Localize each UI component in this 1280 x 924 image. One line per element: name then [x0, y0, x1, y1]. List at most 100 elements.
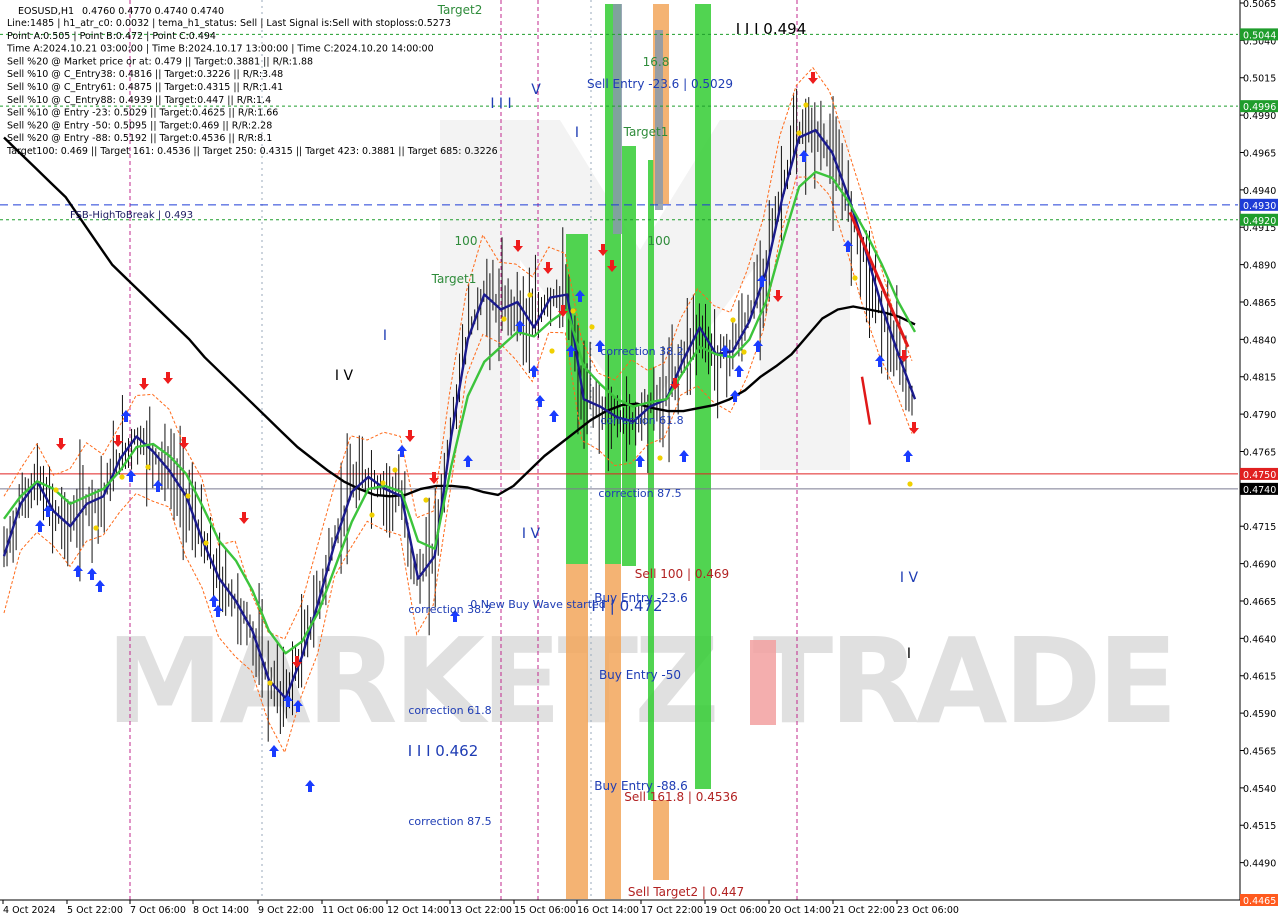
chart-annotation: 0 New Buy Wave started [470, 598, 606, 611]
chart-annotation: Buy Entry -50 [599, 668, 681, 682]
info-line: Sell %10 @ C_Entry38: 0.4816 || Target:0… [7, 69, 283, 80]
signal-marker [803, 102, 809, 108]
x-tick-label: 15 Oct 06:00 [514, 905, 576, 916]
signal-marker [570, 308, 576, 314]
chart-annotation: Sell Entry -23.6 | 0.5029 [587, 77, 733, 91]
x-tick-label: 11 Oct 06:00 [322, 905, 384, 916]
info-line: Target100: 0.469 || Target 161: 0.4536 |… [6, 146, 498, 157]
signal-zone [750, 640, 776, 725]
price-chart: MARKETZ TRADE FSB-HighToBreak | 0.493 Tar… [0, 0, 1280, 920]
chart-annotation: Sell Target2 | 0.447 [628, 885, 744, 899]
y-tick-label: 0.4765 [1243, 447, 1276, 458]
chart-annotation: correction 61.8 [408, 704, 491, 717]
signal-marker [501, 316, 507, 322]
signal-marker [185, 493, 191, 499]
x-tick-label: 12 Oct 14:00 [387, 905, 449, 916]
chart-annotation: correction 61.8 [600, 414, 683, 427]
info-line: Time A:2024.10.21 03:00:00 | Time B:2024… [6, 44, 434, 55]
signal-marker [119, 474, 125, 480]
y-tick-label: 0.4590 [1243, 709, 1276, 720]
signal-marker [796, 130, 802, 136]
y-tick-label: 0.4865 [1243, 298, 1276, 309]
chart-annotation: correction 38.2 [600, 345, 683, 358]
chart-annotation: 100 [648, 234, 671, 248]
chart-annotation: I V [900, 570, 919, 586]
x-tick-label: 21 Oct 22:00 [833, 905, 895, 916]
signal-marker [527, 292, 533, 298]
signal-marker [392, 467, 398, 473]
chart-annotation: Sell 161.8 | 0.4536 [624, 790, 738, 804]
y-tick-label: 0.5065 [1243, 0, 1276, 10]
info-line: Sell %20 @ Entry -88: 0.5192 || Target:0… [7, 133, 272, 144]
x-tick-label: 7 Oct 06:00 [130, 905, 186, 916]
info-line: Line:1485 | h1_atr_c0: 0.0032 | tema_h1_… [7, 18, 451, 29]
info-line: Sell %20 @ Entry -50: 0.5095 || Target:0… [7, 120, 272, 131]
signal-zone [695, 4, 711, 789]
chart-annotation: I I | 0.472 [591, 597, 662, 615]
chart-annotation: Target1 [431, 272, 477, 286]
y-tick-label: 0.4640 [1243, 634, 1276, 645]
signal-zone [566, 564, 588, 899]
signal-marker [852, 275, 858, 281]
price-tag-label: 0.4996 [1243, 102, 1276, 113]
x-tick-label: 8 Oct 14:00 [193, 905, 249, 916]
signal-marker [380, 480, 386, 486]
price-tag-label: 0.4920 [1243, 216, 1276, 227]
ohlc-label: 0.4760 0.4770 0.4740 0.4740 [82, 6, 224, 17]
chart-annotation: correction 87.5 [598, 487, 681, 500]
chart-annotation: Sell 100 | 0.469 [635, 567, 729, 581]
price-tag-label: 0.4465 [1243, 896, 1276, 907]
signal-marker [423, 497, 429, 503]
y-tick-label: 0.4690 [1243, 560, 1276, 571]
symbol-label: EOSUSD,H1 [18, 6, 74, 17]
x-tick-label: 16 Oct 14:00 [577, 905, 639, 916]
x-tick-label: 17 Oct 22:00 [641, 905, 703, 916]
y-tick-label: 0.4890 [1243, 261, 1276, 272]
price-tag-label: 0.4750 [1243, 470, 1276, 481]
info-line: Sell %10 @ C_Entry61: 0.4875 || Target:0… [7, 82, 283, 93]
y-tick-label: 0.4665 [1243, 597, 1276, 608]
signal-marker [53, 487, 59, 493]
chart-annotation: V [531, 82, 541, 98]
price-tag-label: 0.4930 [1243, 201, 1276, 212]
x-tick-label: 13 Oct 22:00 [450, 905, 512, 916]
x-tick-label: 19 Oct 06:00 [705, 905, 767, 916]
signal-marker [549, 348, 555, 354]
y-tick-label: 0.4815 [1243, 373, 1276, 384]
y-tick-label: 0.4565 [1243, 746, 1276, 757]
chart-annotation: I I I 0.494 [736, 20, 807, 38]
chart-annotation: I V [335, 368, 354, 384]
y-tick-label: 0.4490 [1243, 859, 1276, 870]
signal-marker [589, 324, 595, 330]
chart-annotation: I I I 0.462 [408, 742, 479, 760]
x-tick-label: 20 Oct 14:00 [769, 905, 831, 916]
y-tick-label: 0.4790 [1243, 410, 1276, 421]
y-tick-label: 0.4965 [1243, 148, 1276, 159]
signal-zone [653, 800, 669, 880]
price-tag-label: 0.5044 [1243, 30, 1276, 41]
chart-annotation: I [907, 646, 911, 662]
info-line: Sell %20 @ Market price or at: 0.479 || … [7, 56, 313, 67]
chart-annotation: FSB-HighToBreak | 0.493 [70, 210, 193, 221]
chart-annotation: Target1 [623, 125, 669, 139]
signal-marker [907, 481, 913, 487]
chart-annotation: Target2 [437, 3, 483, 17]
y-tick-label: 0.4515 [1243, 821, 1276, 832]
chart-annotation: I V [522, 526, 541, 542]
chart-annotation: correction 87.5 [408, 815, 491, 828]
y-tick-label: 0.4940 [1243, 186, 1276, 197]
info-line: Sell %10 @ Entry -23: 0.5029 || Target:0… [7, 108, 278, 119]
chart-annotation: I [575, 125, 579, 141]
chart-annotation: 100 [455, 234, 478, 248]
y-tick-label: 0.4540 [1243, 784, 1276, 795]
price-tag-label: 0.4740 [1243, 485, 1276, 496]
signal-zone [648, 160, 654, 800]
x-tick-label: 4 Oct 2024 [3, 905, 56, 916]
chart-annotation: I I I [490, 96, 511, 112]
signal-marker [741, 349, 747, 355]
chart-canvas: MARKETZ TRADE FSB-HighToBreak | 0.493Tar… [0, 0, 1280, 920]
signal-zone [613, 4, 622, 234]
signal-marker [369, 512, 375, 518]
signal-marker [267, 680, 273, 686]
x-tick-label: 5 Oct 22:00 [67, 905, 123, 916]
